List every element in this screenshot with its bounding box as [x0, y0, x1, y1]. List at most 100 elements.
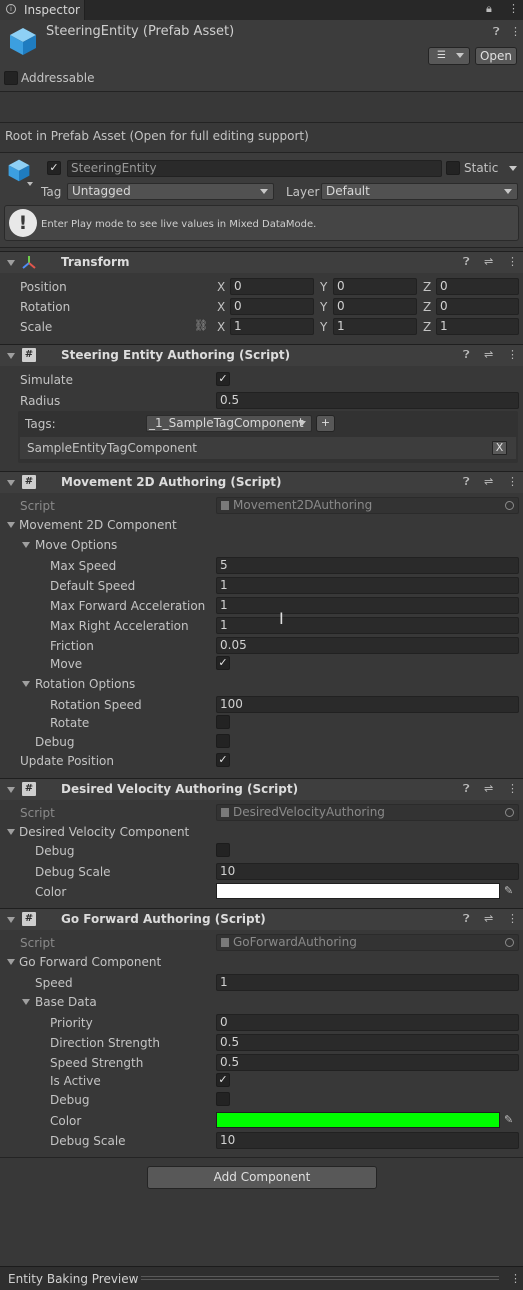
max-forward-acceleration-label: Max Forward Acceleration — [50, 599, 206, 613]
position-y-field[interactable]: 0 — [333, 278, 417, 295]
move-options-label: Move Options — [35, 538, 118, 552]
go-forward-header[interactable]: # Go Forward Authoring (Script) ❓︎ ⇌ ⋮ — [0, 908, 523, 930]
constrain-proportions-icon[interactable]: ⛓︎ — [194, 319, 208, 333]
help-icon[interactable]: ❓︎ — [463, 475, 470, 489]
update-position-checkbox[interactable]: ✓ — [216, 753, 230, 767]
help-icon[interactable]: ❓︎ — [463, 912, 470, 926]
add-component-button[interactable]: Add Component — [147, 1166, 377, 1189]
move-checkbox[interactable]: ✓ — [216, 656, 230, 670]
preset-icon[interactable]: ⇌ — [484, 348, 493, 362]
help-icon[interactable]: ❓︎ — [463, 348, 470, 362]
help-icon[interactable]: ❓︎ — [493, 25, 500, 39]
scale-z-field[interactable]: 1 — [436, 318, 519, 335]
script-field[interactable]: DesiredVelocityAuthoring — [216, 804, 519, 821]
preset-icon[interactable]: ⇌ — [484, 912, 493, 926]
preset-icon[interactable]: ⇌ — [484, 782, 493, 796]
preset-icon[interactable]: ⇌ — [484, 255, 493, 269]
steering-entity-header[interactable]: # Steering Entity Authoring (Script) ❓︎ … — [0, 344, 523, 366]
more-icon[interactable]: ⋮ — [507, 912, 518, 926]
more-icon[interactable]: ⋮ — [508, 2, 519, 16]
default-speed-field[interactable]: 1 — [216, 577, 519, 594]
friction-field[interactable]: 0.05 — [216, 637, 519, 654]
add-tag-button[interactable]: + — [316, 415, 335, 432]
eyedropper-icon[interactable]: ✎ — [504, 1113, 513, 1127]
foldout-arrow-icon[interactable] — [7, 260, 15, 266]
max-speed-field[interactable]: 5 — [216, 557, 519, 574]
position-z-field[interactable]: 0 — [436, 278, 519, 295]
gameobject-name-field[interactable]: SteeringEntity — [67, 160, 442, 177]
priority-field[interactable]: 0 — [216, 1014, 519, 1031]
desired-velocity-header[interactable]: # Desired Velocity Authoring (Script) ❓︎… — [0, 778, 523, 800]
movement-2d-header[interactable]: # Movement 2D Authoring (Script) ❓︎ ⇌ ⋮ — [0, 471, 523, 493]
static-dropdown[interactable] — [509, 166, 517, 171]
direction-strength-field[interactable]: 0.5 — [216, 1034, 519, 1051]
more-icon[interactable]: ⋮ — [507, 348, 518, 362]
debug-scale-field[interactable]: 10 — [216, 863, 519, 880]
script-field[interactable]: GoForwardAuthoring — [216, 934, 519, 951]
tab-inspector[interactable]: i Inspector — [0, 0, 85, 21]
eyedropper-icon[interactable]: ✎ — [504, 884, 513, 898]
scale-y-field[interactable]: 1 — [333, 318, 417, 335]
foldout-arrow-icon[interactable] — [22, 681, 30, 687]
foldout-arrow-icon[interactable] — [7, 917, 15, 923]
more-icon[interactable]: ⋮ — [507, 475, 518, 489]
script-name: GoForwardAuthoring — [233, 935, 357, 949]
rotation-z-field[interactable]: 0 — [436, 298, 519, 315]
foldout-arrow-icon[interactable] — [7, 480, 15, 486]
addressable-checkbox[interactable] — [4, 71, 18, 85]
drag-handle[interactable] — [141, 1276, 499, 1280]
preview-bar[interactable]: Entity Baking Preview ⋮ — [0, 1266, 523, 1290]
remove-tag-button[interactable]: X — [492, 441, 507, 455]
debug-checkbox[interactable] — [216, 843, 230, 857]
rotate-checkbox[interactable] — [216, 715, 230, 729]
layer-dropdown[interactable]: Default — [321, 183, 518, 200]
debug-checkbox[interactable] — [216, 734, 230, 748]
prefab-icon[interactable] — [7, 158, 31, 185]
speed-strength-field[interactable]: 0.5 — [216, 1054, 519, 1071]
more-icon[interactable]: ⋮ — [510, 25, 521, 39]
chevron-down-icon[interactable] — [27, 182, 33, 186]
object-picker-icon[interactable] — [505, 501, 514, 510]
foldout-arrow-icon[interactable] — [7, 959, 15, 965]
foldout-arrow-icon[interactable] — [7, 787, 15, 793]
component-foldout-label: Go Forward Component — [19, 955, 162, 969]
preset-icon[interactable]: ⇌ — [484, 475, 493, 489]
list-icon: ☰ — [437, 50, 446, 61]
rotation-speed-field[interactable]: 100 — [216, 696, 519, 713]
speed-field[interactable]: 1 — [216, 974, 519, 991]
scale-x-field[interactable]: 1 — [230, 318, 314, 335]
help-icon[interactable]: ❓︎ — [463, 782, 470, 796]
lock-icon[interactable]: 🔒︎ — [486, 2, 492, 16]
foldout-arrow-icon[interactable] — [7, 353, 15, 359]
foldout-arrow-icon[interactable] — [7, 522, 15, 528]
help-icon[interactable]: ❓︎ — [463, 255, 470, 269]
tag-dropdown[interactable]: Untagged — [67, 183, 274, 200]
more-icon[interactable]: ⋮ — [510, 1272, 521, 1286]
foldout-arrow-icon[interactable] — [7, 829, 15, 835]
tag-type-dropdown[interactable]: _1_SampleTagComponent — [146, 415, 312, 432]
foldout-arrow-icon[interactable] — [22, 999, 30, 1005]
object-picker-icon[interactable] — [505, 808, 514, 817]
static-checkbox[interactable] — [446, 161, 460, 175]
color-field[interactable] — [216, 883, 500, 899]
debug-checkbox[interactable] — [216, 1092, 230, 1106]
layout-dropdown[interactable]: ☰ — [428, 47, 470, 65]
max-forward-acceleration-field[interactable]: 1 — [216, 597, 519, 614]
position-x-field[interactable]: 0 — [230, 278, 314, 295]
more-icon[interactable]: ⋮ — [507, 782, 518, 796]
debug-scale-field[interactable]: 10 — [216, 1132, 519, 1149]
transform-header[interactable]: Transform ❓︎ ⇌ ⋮ — [0, 251, 523, 273]
radius-field[interactable]: 0.5 — [216, 392, 519, 409]
rotation-y-field[interactable]: 0 — [333, 298, 417, 315]
object-picker-icon[interactable] — [505, 938, 514, 947]
is-active-checkbox[interactable]: ✓ — [216, 1073, 230, 1087]
color-field[interactable] — [216, 1112, 500, 1128]
rotation-x-field[interactable]: 0 — [230, 298, 314, 315]
max-right-acceleration-field[interactable]: 1 — [216, 617, 519, 634]
more-icon[interactable]: ⋮ — [507, 255, 518, 269]
script-field[interactable]: Movement2DAuthoring — [216, 497, 519, 514]
foldout-arrow-icon[interactable] — [22, 542, 30, 548]
open-button[interactable]: Open — [475, 47, 517, 65]
simulate-checkbox[interactable]: ✓ — [216, 372, 230, 386]
active-checkbox[interactable]: ✓ — [47, 161, 61, 175]
